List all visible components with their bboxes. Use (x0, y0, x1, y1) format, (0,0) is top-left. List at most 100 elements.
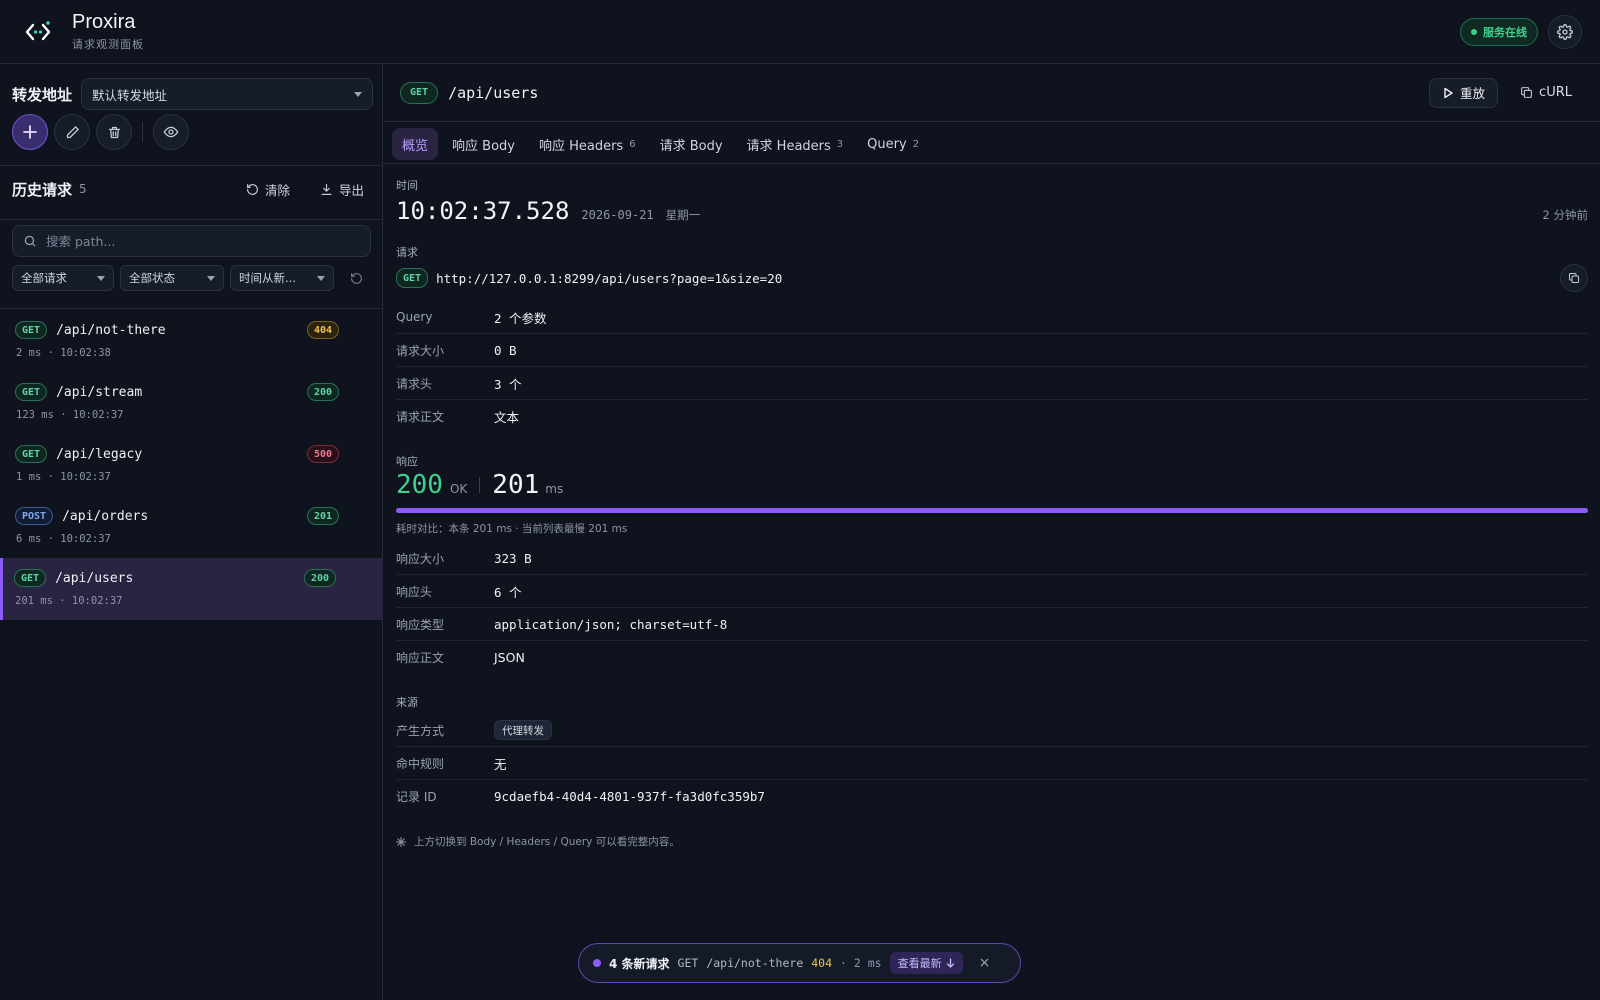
arrow-down-icon (946, 958, 954, 968)
copy-icon (1569, 273, 1579, 283)
request-type-filter[interactable]: 全部请求 (12, 265, 114, 291)
copy-url-button[interactable] (1560, 264, 1588, 292)
reset-filters-button[interactable] (344, 266, 368, 290)
toast-method: GET (677, 956, 699, 970)
tab-label: Query (867, 136, 907, 152)
request-path: /api/orders (62, 508, 149, 524)
toolbar-divider (142, 122, 143, 142)
method-badge: GET (15, 445, 48, 463)
edit-forward-button[interactable] (54, 114, 90, 150)
divider (0, 219, 383, 220)
request-time: 10:02:37 (71, 595, 123, 607)
forward-address-value: 默认转发地址 (92, 87, 168, 103)
view-latest-button[interactable]: 查看最新 (889, 952, 963, 974)
duration-bar (396, 508, 1588, 513)
tab-overview[interactable]: 概览 (392, 128, 439, 160)
request-timestamp: 10:02:37.528 (396, 197, 570, 225)
replay-label: 重放 (1460, 86, 1486, 101)
row-key: 请求大小 (396, 343, 445, 358)
new-requests-toast: 4 条新请求 GET /api/not-there 404 · 2 ms 查看最… (578, 943, 1021, 983)
replay-button[interactable]: 重放 (1429, 77, 1499, 108)
tab-response-headers[interactable]: 响应 Headers 6 (529, 128, 646, 160)
request-path: /api/users (55, 570, 134, 586)
source-info-row: 命中规则 无 (396, 747, 1588, 780)
add-forward-button[interactable] (12, 114, 48, 150)
sort-filter-value: 时间从新... (239, 271, 296, 285)
clear-history-label: 清除 (264, 182, 290, 198)
request-list-item[interactable]: GET /api/not-there 404 2 ms · 10:02:38 (0, 310, 383, 372)
request-relative-time: 2 分钟前 (1542, 208, 1588, 222)
request-info-row: Query 2 个参数 (396, 301, 1588, 334)
proxira-logo-icon (22, 16, 54, 48)
toast-path: /api/not-there (706, 956, 804, 970)
tab-response-body[interactable]: 响应 Body (442, 128, 525, 160)
response-info-row: 响应类型 application/json; charset=utf-8 (396, 608, 1588, 641)
source-mode-chip: 代理转发 (494, 720, 552, 740)
tab-request-body[interactable]: 请求 Body (650, 128, 733, 160)
search-input[interactable] (46, 233, 360, 249)
divider (479, 477, 481, 493)
export-history-label: 导出 (338, 182, 364, 198)
row-key: 响应头 (396, 584, 433, 599)
row-key: Query (396, 310, 433, 324)
row-value: 2 个参数 (494, 310, 547, 326)
trash-icon (108, 126, 120, 138)
row-key: 响应正文 (396, 651, 445, 665)
tab-label: 响应 Headers (538, 138, 624, 154)
row-key: 请求头 (396, 376, 433, 391)
delete-forward-button[interactable] (96, 114, 132, 150)
response-duration: 201 (492, 470, 540, 500)
clear-history-button[interactable]: 清除 (246, 180, 290, 199)
reset-icon (350, 272, 362, 284)
chevron-down-icon (207, 275, 215, 281)
request-path: /api/stream (56, 384, 143, 400)
method-badge: GET (14, 569, 47, 587)
top-bar: Proxira 请求观测面板 服务在线 (0, 0, 1600, 64)
row-value: 0 B (494, 342, 517, 358)
response-duration-unit: ms (545, 482, 564, 496)
search-icon (24, 235, 36, 247)
tab-request-headers[interactable]: 请求 Headers 3 (737, 128, 854, 160)
copy-curl-button[interactable]: cURL (1508, 78, 1584, 108)
request-info-row: 请求大小 0 B (396, 334, 1588, 367)
request-list-item[interactable]: POST /api/orders 201 6 ms · 10:02:37 (0, 496, 383, 558)
search-box[interactable] (12, 225, 371, 257)
export-history-button[interactable]: 导出 (320, 180, 364, 199)
hint-text: 上方切换到 Body / Headers / Query 可以看完整内容。 (396, 834, 680, 849)
duration-compare-note: 耗时对比：本条 201 ms · 当前列表最慢 201 ms (396, 523, 628, 535)
tab-query[interactable]: Query 2 (857, 128, 929, 160)
request-path: /api/legacy (56, 446, 143, 462)
chevron-down-icon (97, 275, 105, 281)
row-value: 无 (494, 756, 507, 772)
sidebar: 转发地址 默认转发地址 历史请求 5 清除 导出 搜索 path... 全部请求… (0, 64, 383, 1000)
response-section-label: 响应 (396, 455, 418, 468)
copy-curl-label: cURL (1539, 85, 1572, 100)
request-weekday: 星期一 (665, 208, 701, 222)
response-info-row: 响应大小 323 B (396, 542, 1588, 575)
row-key: 请求正文 (396, 410, 445, 424)
brand: Proxira 请求观测面板 (72, 11, 144, 52)
view-forward-button[interactable] (153, 114, 189, 150)
status-filter[interactable]: 全部状态 (120, 265, 224, 291)
request-url: http://127.0.0.1:8299/api/users?page=1&s… (436, 270, 783, 286)
time-section-label: 时间 (396, 179, 418, 192)
request-list-item[interactable]: GET /api/legacy 500 1 ms · 10:02:37 (0, 434, 383, 496)
row-value: application/json; charset=utf-8 (494, 616, 728, 632)
method-badge: GET (15, 321, 48, 339)
status-dot-icon (1471, 28, 1477, 35)
pencil-icon (66, 125, 79, 138)
chevron-down-icon (354, 91, 363, 97)
forward-address-select[interactable]: 默认转发地址 (81, 78, 374, 110)
row-key: 响应类型 (396, 617, 445, 632)
detail-tabs: 概览 响应 Body 响应 Headers 6 请求 Body 请求 Header… (392, 126, 929, 162)
plus-icon (23, 125, 37, 139)
settings-button[interactable] (1548, 14, 1582, 49)
close-toast-button[interactable]: × (979, 955, 991, 971)
request-time: 10:02:37 (72, 409, 124, 421)
request-list-item[interactable]: GET /api/stream 200 123 ms · 10:02:37 (0, 372, 383, 434)
live-dot-icon (593, 959, 601, 967)
sort-filter[interactable]: 时间从新... (230, 265, 334, 291)
request-list-item-selected[interactable]: GET /api/users 200 201 ms · 10:02:37 (0, 558, 383, 620)
toast-count: 4 条新请求 (609, 956, 670, 971)
row-key: 命中规则 (396, 756, 445, 771)
